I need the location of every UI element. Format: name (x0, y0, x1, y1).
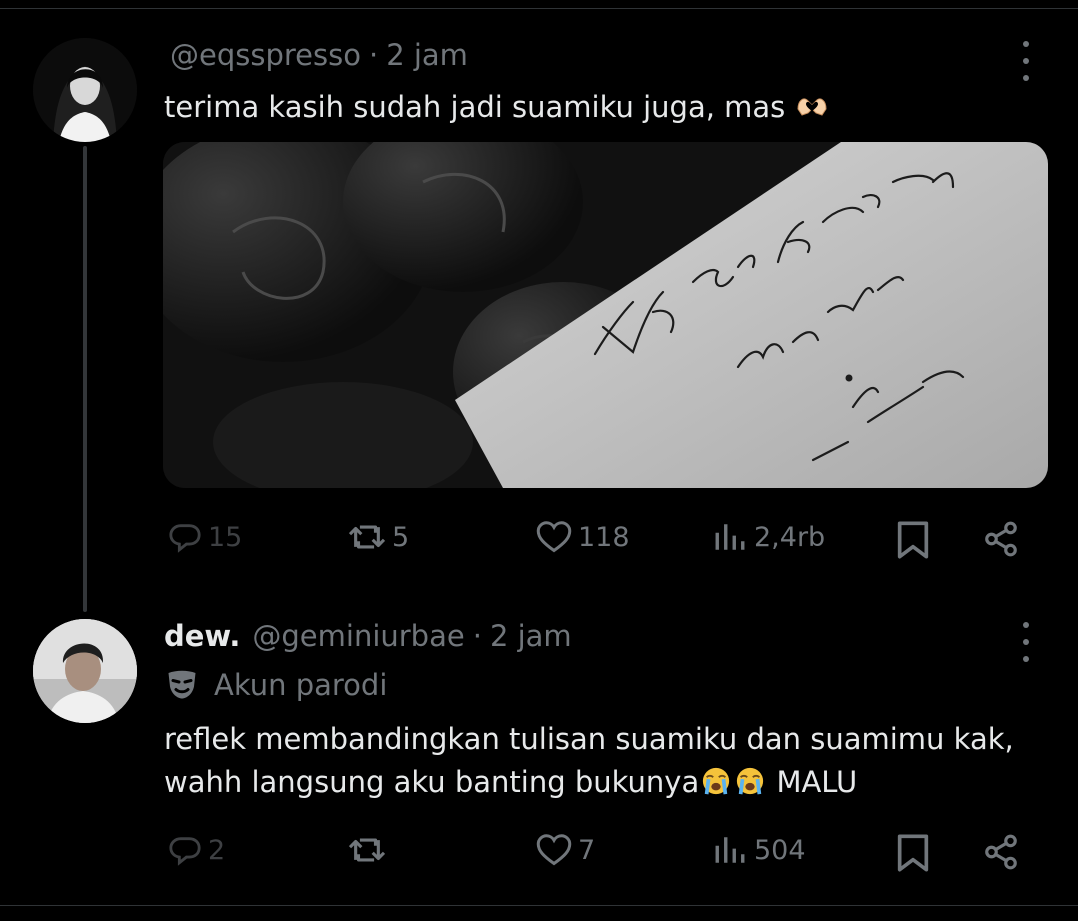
heart-hands-emoji (796, 98, 827, 116)
like-button[interactable]: 118 (536, 520, 630, 554)
reply-count: 2 (208, 834, 226, 866)
theater-mask-icon (168, 670, 196, 699)
loudly-crying-face-emoji (737, 767, 764, 795)
display-name[interactable]: dew. (164, 619, 240, 653)
repost-icon (348, 838, 386, 862)
like-count: 7 (578, 834, 596, 866)
tweet-actions: 15 5 118 2,4rb (164, 520, 1034, 566)
reply-icon (169, 837, 201, 866)
avatar[interactable] (33, 38, 137, 142)
bookmark-icon (897, 834, 929, 872)
reply-count: 15 (208, 521, 243, 553)
views-count: 2,4rb (754, 521, 826, 553)
share-button[interactable] (982, 833, 1020, 871)
views-chart-icon (715, 837, 745, 863)
share-icon (985, 834, 1017, 870)
timestamp[interactable]: 2 jam (490, 619, 572, 653)
user-handle[interactable]: @eqsspresso (170, 38, 361, 72)
repost-icon (348, 525, 386, 549)
repost-count: 5 (392, 521, 410, 553)
tweet-image[interactable] (163, 142, 1048, 488)
share-button[interactable] (982, 520, 1020, 558)
tweet-text-line: reflek membandingkan tulisan suamiku dan… (164, 722, 1014, 756)
tweet-text-content: terima kasih sudah jadi suamiku juga, ma… (164, 90, 786, 124)
tweet-text: reflek membandingkan tulisan suamiku dan… (164, 718, 1014, 804)
bookmark-button[interactable] (896, 833, 930, 873)
thread-connector (83, 146, 87, 612)
like-button[interactable]: 7 (536, 833, 595, 867)
reply-button[interactable]: 15 (168, 520, 242, 554)
tweet-header: dew. @geminiurbae · 2 jam (164, 619, 572, 653)
more-options-icon[interactable] (1014, 41, 1038, 81)
reply-button[interactable]: 2 (168, 833, 225, 867)
views-chart-icon (715, 524, 745, 550)
tweet-text-part: MALU (767, 765, 858, 799)
loudly-crying-face-emoji (703, 767, 730, 795)
bookmark-button[interactable] (896, 520, 930, 560)
parody-label: Akun parodi (164, 668, 387, 702)
bookmark-icon (897, 521, 929, 559)
more-options-icon[interactable] (1014, 622, 1038, 662)
views-button[interactable]: 504 (712, 833, 806, 867)
avatar[interactable] (33, 619, 137, 723)
share-icon (985, 521, 1017, 557)
reply-icon (169, 524, 201, 553)
tweet-text-line: wahh langsung aku banting bukunya MALU (164, 761, 1014, 804)
bottom-divider (0, 905, 1078, 906)
heart-icon (536, 521, 572, 553)
repost-button[interactable] (348, 833, 392, 867)
timestamp[interactable]: 2 jam (386, 38, 468, 72)
views-count: 504 (754, 834, 806, 866)
tweet-text: terima kasih sudah jadi suamiku juga, ma… (164, 86, 829, 129)
heart-icon (536, 834, 572, 866)
tweet-text-part: wahh langsung aku banting bukunya (164, 765, 700, 799)
repost-button[interactable]: 5 (348, 520, 409, 554)
separator: · (472, 619, 482, 653)
separator: · (368, 38, 379, 72)
user-handle[interactable]: @geminiurbae (252, 619, 464, 653)
tweet-actions: 2 7 504 (164, 833, 1034, 879)
top-divider (0, 8, 1078, 9)
parody-label-text: Akun parodi (214, 668, 388, 702)
tweet-header: @eqsspresso · 2 jam (164, 38, 468, 72)
like-count: 118 (578, 521, 630, 553)
views-button[interactable]: 2,4rb (712, 520, 825, 554)
